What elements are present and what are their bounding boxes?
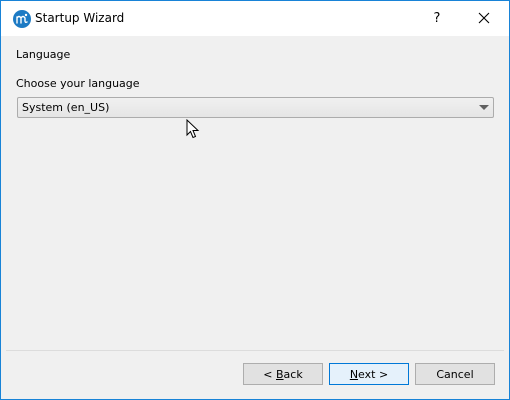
next-mnemonic: N [349, 367, 359, 381]
title-bar[interactable]: Startup Wizard ? [1, 1, 509, 36]
back-label-rest: ack [283, 367, 303, 381]
next-label-rest: ext [358, 367, 376, 381]
next-arrow-icon: > [375, 367, 389, 381]
startup-wizard-window: Startup Wizard ? Language Choose your la… [0, 0, 510, 400]
help-button[interactable]: ? [414, 1, 460, 36]
close-button[interactable] [461, 1, 507, 36]
wizard-page-content: Language Choose your language System (en… [6, 36, 504, 350]
cancel-button[interactable]: Cancel [415, 363, 495, 385]
back-mnemonic: B [276, 367, 284, 381]
window-bottom-edge [1, 393, 509, 399]
musescore-app-icon [13, 10, 31, 28]
back-button[interactable]: < Back [243, 363, 323, 385]
chevron-down-icon[interactable] [479, 105, 489, 110]
language-select[interactable]: System (en_US) [17, 97, 494, 118]
page-title: Language [16, 48, 71, 61]
close-icon [478, 9, 490, 28]
wizard-footer: < Back Next > Cancel [6, 351, 504, 393]
language-prompt-label: Choose your language [16, 77, 140, 90]
help-icon: ? [433, 11, 441, 26]
language-select-value: System (en_US) [22, 101, 110, 114]
window-title: Startup Wizard [35, 11, 125, 25]
back-arrow-icon: < [263, 367, 276, 381]
next-button[interactable]: Next > [329, 363, 409, 385]
